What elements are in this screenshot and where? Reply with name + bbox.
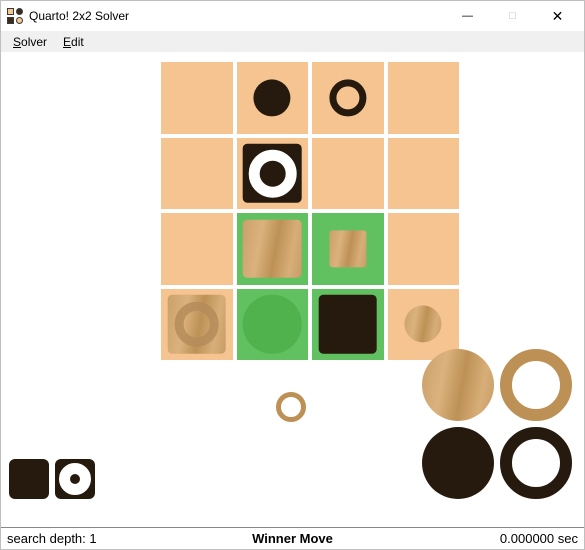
tray-bottom-left [9,459,95,499]
app-icon [7,8,23,24]
next-piece[interactable] [276,392,306,422]
status-depth: search depth: 1 [7,531,197,546]
piece-icon [405,306,442,343]
cell-2-2[interactable] [312,213,384,285]
cell-3-0[interactable] [161,289,233,361]
piece-icon [329,230,366,267]
close-button[interactable]: ✕ [535,1,580,31]
menu-solver[interactable]: Solver [5,33,55,51]
cell-0-3[interactable] [388,62,460,134]
app-window: Quarto! 2x2 Solver — □ ✕ Solver Edit [0,0,585,550]
cell-3-1[interactable] [237,289,309,361]
tray-piece[interactable] [55,459,95,499]
status-time: 0.000000 sec [388,531,578,546]
tray-bottom-right [422,349,572,499]
piece-icon [243,295,302,354]
cell-2-0[interactable] [161,213,233,285]
cell-2-3[interactable] [388,213,460,285]
status-result: Winner Move [197,531,387,546]
piece-icon [243,144,302,203]
piece-icon [167,295,226,354]
tray-piece[interactable] [422,349,494,421]
game-board [161,62,459,360]
cell-2-1[interactable] [237,213,309,285]
menu-edit-label: dit [71,35,84,49]
statusbar: search depth: 1 Winner Move 0.000000 sec [1,527,584,549]
tray-piece[interactable] [9,459,49,499]
client-area [1,52,584,527]
minimize-button[interactable]: — [445,1,490,31]
tray-piece[interactable] [422,427,494,499]
tray-piece[interactable] [500,427,572,499]
piece-icon [243,219,302,278]
cell-3-2[interactable] [312,289,384,361]
cell-0-0[interactable] [161,62,233,134]
maximize-button[interactable]: □ [490,1,535,31]
cell-0-1[interactable] [237,62,309,134]
window-controls: — □ ✕ [445,1,580,31]
menu-edit[interactable]: Edit [55,33,92,51]
window-title: Quarto! 2x2 Solver [29,9,445,23]
cell-1-0[interactable] [161,138,233,210]
piece-icon [318,295,377,354]
cell-1-2[interactable] [312,138,384,210]
piece-icon [276,392,306,422]
menu-solver-label: olver [21,35,47,49]
cell-1-3[interactable] [388,138,460,210]
piece-icon [254,79,291,116]
cell-0-2[interactable] [312,62,384,134]
titlebar[interactable]: Quarto! 2x2 Solver — □ ✕ [1,1,584,31]
piece-icon [329,79,366,116]
menubar: Solver Edit [1,31,584,52]
tray-piece[interactable] [500,349,572,421]
cell-1-1[interactable] [237,138,309,210]
